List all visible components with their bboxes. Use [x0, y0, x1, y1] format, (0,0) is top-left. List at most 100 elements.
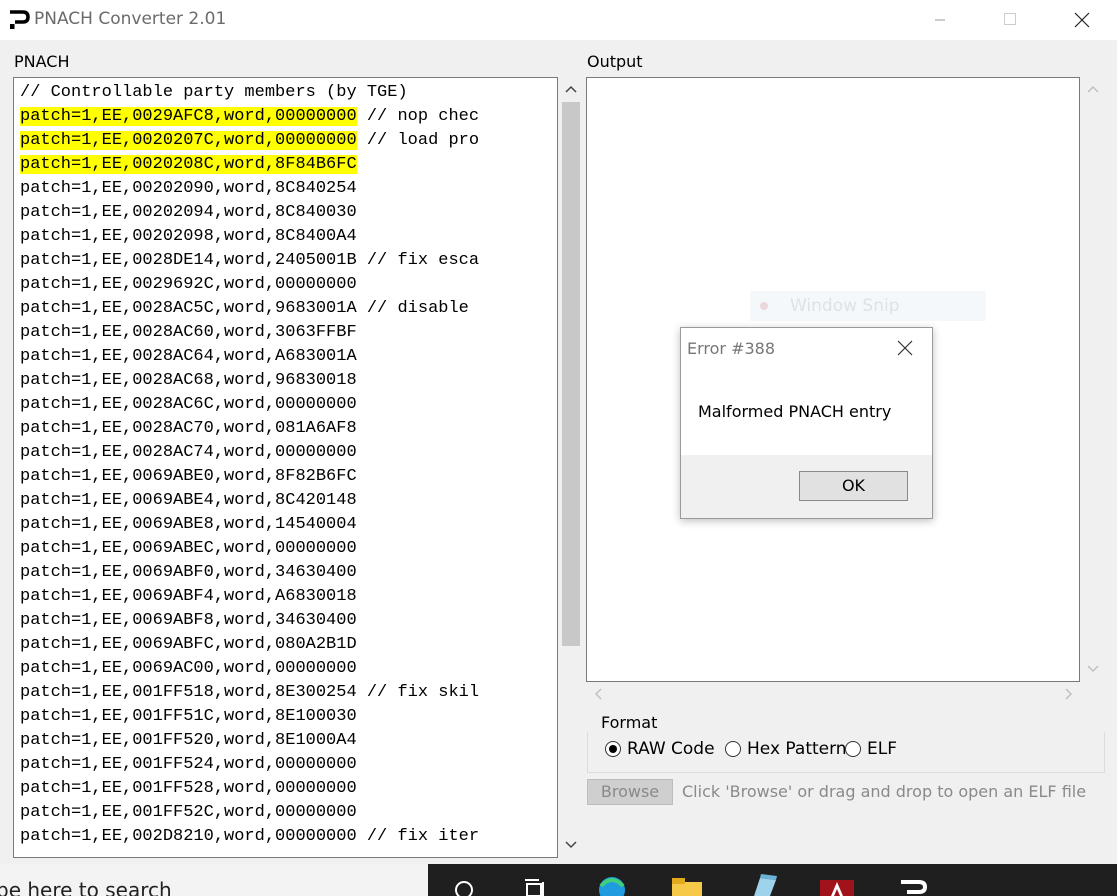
file-explorer-icon[interactable] [670, 868, 704, 896]
pnach-line: patch=1,EE,0029AFC8,word,00000000 // nop… [20, 105, 479, 129]
radio-dot[interactable] [605, 741, 621, 757]
notepad-icon[interactable] [746, 868, 780, 896]
line-text: patch=1,EE,0028DE14,word,2405001B // fix… [20, 251, 480, 270]
radio-label: ELF [867, 739, 897, 759]
pnach-line: patch=1,EE,0028AC68,word,96830018 [20, 369, 479, 393]
line-text: patch=1,EE,001FF528,word,00000000 [20, 779, 357, 798]
dialog-title: Error #388 [687, 339, 776, 358]
line-text: patch=1,EE,001FF520,word,8E1000A4 [20, 731, 357, 750]
pnach-line: patch=1,EE,0020208C,word,8F84B6FC [20, 153, 479, 177]
output-scroll-left-arrow-icon[interactable] [588, 684, 610, 704]
line-text: patch=1,EE,0069ABF8,word,34630400 [20, 611, 357, 630]
pnach-line: patch=1,EE,0028AC5C,word,9683001A // dis… [20, 297, 479, 321]
line-text: patch=1,EE,00202094,word,8C840030 [20, 203, 357, 222]
line-text: patch=1,EE,0028AC6C,word,00000000 [20, 395, 357, 414]
pnach-editor[interactable]: // Controllable party members (by TGE) pa… [13, 77, 558, 858]
pnach-line-list: // Controllable party members (by TGE) pa… [20, 81, 479, 849]
pnach-line: patch=1,EE,001FF528,word,00000000 [20, 777, 479, 801]
pnach-line: patch=1,EE,0069ABF8,word,34630400 [20, 609, 479, 633]
line-text: patch=1,EE,0028AC70,word,081A6AF8 [20, 419, 357, 438]
dialog-close-icon[interactable] [893, 336, 917, 360]
pnach-line: patch=1,EE,001FF51C,word,8E100030 [20, 705, 479, 729]
highlighted-segment: patch=1,EE,0020207C,word,00000000 [20, 131, 357, 150]
scroll-up-arrow-icon[interactable] [560, 78, 582, 100]
line-text: patch=1,EE,0028AC60,word,3063FFBF [20, 323, 357, 342]
taskbar: pe here to search [0, 864, 1117, 896]
line-text: patch=1,EE,0069ABF4,word,A6830018 [20, 587, 357, 606]
line-text: patch=1,EE,001FF524,word,00000000 [20, 755, 357, 774]
output-scroll-up-arrow-icon[interactable] [1082, 78, 1104, 100]
maximize-button[interactable] [987, 0, 1033, 40]
pnach-line: patch=1,EE,0020207C,word,00000000 // loa… [20, 129, 479, 153]
pnach-line: patch=1,EE,00202090,word,8C840254 [20, 177, 479, 201]
line-text: patch=1,EE,0028AC64,word,A683001A [20, 347, 357, 366]
ok-button[interactable]: OK [799, 471, 908, 501]
pnach-line: patch=1,EE,0069ABE8,word,14540004 [20, 513, 479, 537]
pnach-line: patch=1,EE,0069ABF0,word,34630400 [20, 561, 479, 585]
browse-button[interactable]: Browse [587, 779, 673, 805]
radio-hex-pattern[interactable]: Hex Pattern [725, 738, 847, 760]
pnach-line: patch=1,EE,0029692C,word,00000000 [20, 273, 479, 297]
close-button[interactable] [1058, 0, 1104, 40]
line-text: patch=1,EE,0029692C,word,00000000 [20, 275, 357, 294]
pnach-line: patch=1,EE,0028AC60,word,3063FFBF [20, 321, 479, 345]
edge-icon[interactable] [595, 868, 629, 896]
line-text: patch=1,EE,002D8210,word,00000000 // fix… [20, 827, 480, 846]
pnach-line: patch=1,EE,0069AC00,word,00000000 [20, 657, 479, 681]
line-text: // load pro [356, 131, 480, 150]
line-text: patch=1,EE,0069ABFC,word,080A2B1D [20, 635, 357, 654]
pnach-line: patch=1,EE,0069ABE0,word,8F82B6FC [20, 465, 479, 489]
line-text: patch=1,EE,00202098,word,8C8400A4 [20, 227, 357, 246]
highlighted-segment: patch=1,EE,0020208C,word,8F84B6FC [20, 155, 357, 174]
app-logo-icon [10, 10, 30, 29]
browse-hint: Click 'Browse' or drag and drop to open … [682, 782, 1087, 801]
line-text: patch=1,EE,0069ABF0,word,34630400 [20, 563, 357, 582]
pnach-line: patch=1,EE,001FF524,word,00000000 [20, 753, 479, 777]
line-text: patch=1,EE,0028AC5C,word,9683001A // dis… [20, 299, 469, 318]
output-label: Output [587, 52, 643, 71]
line-text: patch=1,EE,001FF52C,word,00000000 [20, 803, 357, 822]
error-dialog: Error #388 Malformed PNACH entry OK [680, 327, 933, 519]
output-scroll-right-arrow-icon[interactable] [1057, 684, 1079, 704]
line-text: patch=1,EE,00202090,word,8C840254 [20, 179, 357, 198]
pnach-line: patch=1,EE,0028AC70,word,081A6AF8 [20, 417, 479, 441]
pnach-line: patch=1,EE,0069ABEC,word,00000000 [20, 537, 479, 561]
pnach-line: patch=1,EE,0028AC6C,word,00000000 [20, 393, 479, 417]
scroll-thumb[interactable] [562, 102, 580, 646]
line-text: patch=1,EE,0028AC74,word,00000000 [20, 443, 357, 462]
search-placeholder: pe here to search [0, 878, 172, 896]
pnach-label: PNACH [14, 52, 70, 71]
radio-label: RAW Code [627, 739, 715, 759]
pnach-line: patch=1,EE,00202098,word,8C8400A4 [20, 225, 479, 249]
pnach-line: patch=1,EE,001FF52C,word,00000000 [20, 801, 479, 825]
line-text: patch=1,EE,0028AC68,word,96830018 [20, 371, 357, 390]
line-text: patch=1,EE,001FF51C,word,8E100030 [20, 707, 357, 726]
dialog-message: Malformed PNACH entry [698, 402, 892, 421]
window-snip-ghost: Window Snip [750, 291, 986, 321]
pnach-line: // Controllable party members (by TGE) [20, 81, 479, 105]
radio-raw-code[interactable]: RAW Code [605, 738, 715, 760]
taskbar-search-box[interactable]: pe here to search [0, 864, 428, 896]
minimize-button[interactable] [917, 0, 963, 40]
highlighted-segment: patch=1,EE,0029AFC8,word,00000000 [20, 107, 357, 126]
line-text: patch=1,EE,0069ABE8,word,14540004 [20, 515, 357, 534]
pnach-line: patch=1,EE,00202094,word,8C840030 [20, 201, 479, 225]
output-scroll-down-arrow-icon[interactable] [1082, 658, 1104, 680]
radio-dot[interactable] [725, 741, 741, 757]
acrobat-icon[interactable] [820, 868, 854, 896]
line-text: // Controllable party members (by TGE) [20, 83, 408, 102]
line-text: patch=1,EE,0069ABE0,word,8F82B6FC [20, 467, 357, 486]
radio-label: Hex Pattern [747, 739, 847, 759]
pnach-line: patch=1,EE,002D8210,word,00000000 // fix… [20, 825, 479, 849]
radio-dot[interactable] [845, 741, 861, 757]
search-icon[interactable] [447, 868, 481, 896]
title-bar[interactable]: PNACH Converter 2.01 [0, 0, 1117, 40]
pnach-scrollbar[interactable] [560, 78, 582, 858]
task-view-icon[interactable] [519, 868, 553, 896]
pnach-line: patch=1,EE,0069ABF4,word,A6830018 [20, 585, 479, 609]
dialog-footer: OK [681, 455, 932, 518]
radio-elf[interactable]: ELF [845, 738, 897, 760]
line-text: // nop chec [356, 107, 480, 126]
scroll-down-arrow-icon[interactable] [560, 834, 582, 856]
pnach-app-icon[interactable] [895, 868, 929, 896]
